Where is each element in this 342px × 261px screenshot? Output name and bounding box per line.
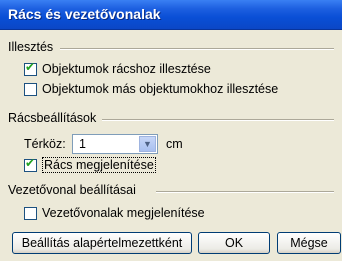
grid-section-label: Rácsbeállítások bbox=[8, 111, 97, 125]
show-grid-label: Rács megjelenítése bbox=[42, 157, 156, 173]
snap-to-grid-option[interactable]: ✔ Objektumok rácshoz illesztése bbox=[24, 59, 211, 76]
snap-to-grid-checkbox[interactable]: ✔ bbox=[24, 59, 37, 76]
cancel-button[interactable]: Mégse bbox=[277, 232, 341, 254]
snap-to-objects-option[interactable]: Objektumok más objektumokhoz illesztése bbox=[24, 82, 278, 96]
show-guides-checkbox[interactable] bbox=[24, 206, 37, 220]
snap-to-objects-checkbox[interactable] bbox=[24, 82, 37, 96]
ok-button[interactable]: OK bbox=[198, 232, 270, 254]
show-grid-checkbox[interactable]: ✔ bbox=[24, 155, 37, 172]
spacing-label: Térköz: bbox=[24, 137, 66, 151]
alignment-separator bbox=[60, 48, 334, 50]
check-icon: ✔ bbox=[25, 155, 36, 170]
grid-separator bbox=[102, 119, 334, 121]
title-bar[interactable]: Rács és vezetővonalak bbox=[0, 0, 342, 30]
set-default-button[interactable]: Beállítás alapértelmezettként bbox=[12, 232, 192, 254]
snap-to-grid-label: Objektumok rácshoz illesztése bbox=[42, 62, 211, 76]
spacing-unit: cm bbox=[166, 137, 183, 151]
chevron-down-icon[interactable]: ▼ bbox=[139, 136, 156, 152]
alignment-section-label: Illesztés bbox=[8, 40, 54, 54]
window-title: Rács és vezetővonalak bbox=[8, 6, 161, 22]
spacing-select[interactable]: 1 ▼ bbox=[72, 134, 158, 154]
snap-to-objects-label: Objektumok más objektumokhoz illesztése bbox=[42, 82, 279, 96]
check-icon: ✔ bbox=[25, 59, 36, 74]
show-guides-option[interactable]: Vezetővonalak megjelenítése bbox=[24, 206, 205, 220]
show-grid-option[interactable]: ✔ Rács megjelenítése bbox=[24, 157, 156, 173]
show-guides-label: Vezetővonalak megjelenítése bbox=[42, 206, 205, 220]
spacing-value: 1 bbox=[79, 137, 86, 151]
guides-section-label: Vezetővonal beállításai bbox=[8, 183, 136, 197]
guides-separator bbox=[156, 191, 334, 193]
